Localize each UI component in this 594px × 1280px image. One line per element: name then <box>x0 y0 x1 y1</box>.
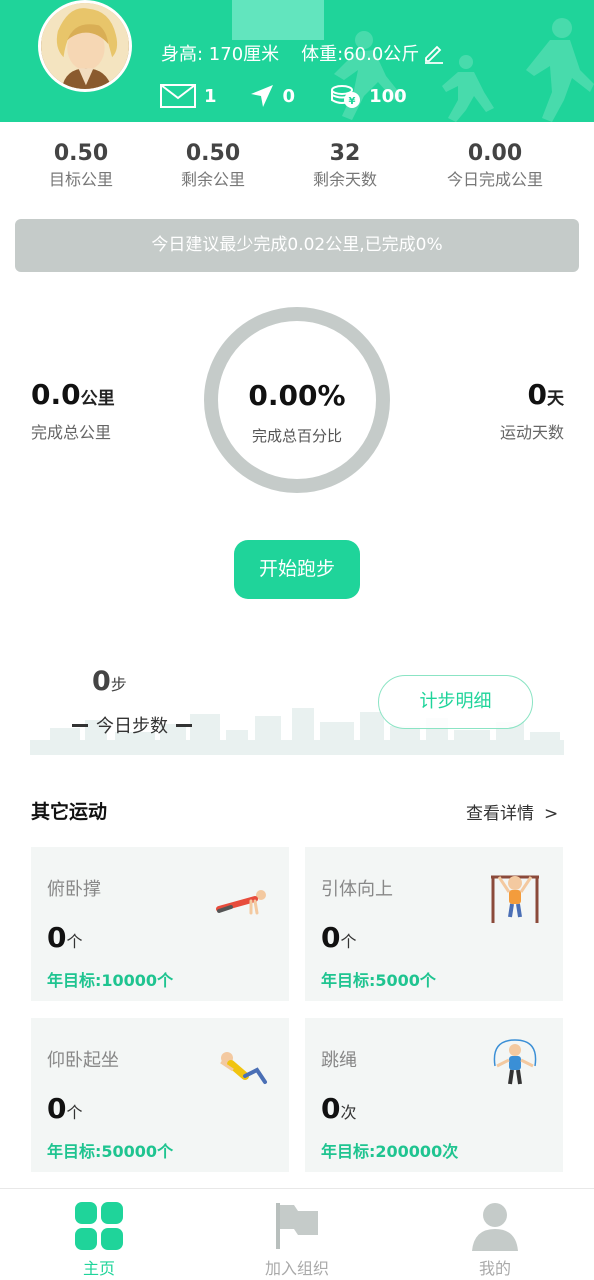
tab-label: 我的 <box>478 1259 511 1278</box>
sport-count-block: 0个 <box>47 921 83 954</box>
location-counter[interactable]: 0 <box>249 83 296 109</box>
exercise-days-block: 0天 运动天数 <box>500 378 564 443</box>
sport-count-block: 0个 <box>321 921 357 954</box>
tab-label: 加入组织 <box>264 1259 329 1278</box>
sport-unit: 次 <box>340 1103 357 1122</box>
edit-pencil-icon[interactable] <box>423 42 445 64</box>
stat-value: 0.50 <box>53 141 109 166</box>
avatar-image <box>41 3 129 89</box>
sport-count-block: 0次 <box>321 1092 357 1125</box>
profile-header: 身高: 170厘米 体重:60.0公斤 1 0 ¥ 100 <box>0 0 594 122</box>
dash-right <box>176 723 192 727</box>
coins-counter[interactable]: ¥ 100 <box>331 82 407 110</box>
tab-mine[interactable]: 我的 <box>435 1189 555 1279</box>
coins-count: 100 <box>369 85 407 107</box>
height-text: 身高: 170厘米 <box>161 44 280 65</box>
situp-icon <box>220 1052 267 1084</box>
sport-count: 0 <box>321 1092 341 1125</box>
other-sports-title: 其它运动 <box>31 801 108 823</box>
sport-name: 引体向上 <box>321 879 393 900</box>
days-value: 0 <box>527 378 547 411</box>
steps-label: 今日步数 <box>96 716 168 737</box>
sport-count: 0 <box>321 921 341 954</box>
progress-ring: 0.00% 完成总百分比 <box>204 307 390 493</box>
pullup-icon <box>491 875 539 923</box>
jumprope-icon <box>493 1039 537 1085</box>
stats-row: 0.50 目标公里 0.50 剩余公里 32 剩余天数 0.00 今日完成公里 <box>0 140 594 196</box>
mail-icon <box>160 84 196 108</box>
messages-count: 1 <box>204 85 217 107</box>
sport-count: 0 <box>47 921 67 954</box>
avatar[interactable] <box>38 0 132 92</box>
flag-icon <box>276 1203 318 1249</box>
header-counters: 1 0 ¥ 100 <box>160 82 407 110</box>
navigation-arrow-icon <box>250 85 273 107</box>
dash-left <box>72 723 88 727</box>
stat-value: 32 <box>329 141 361 166</box>
location-count: 0 <box>282 85 296 107</box>
stat-label: 今日完成公里 <box>446 170 544 189</box>
sport-card-situp[interactable]: 仰卧起坐 0个 年目标:50000个 <box>31 1018 289 1172</box>
sport-card-jumprope[interactable]: 跳绳 0次 年目标:200000次 <box>305 1018 563 1172</box>
daily-suggestion-banner: 今日建议最少完成0.02公里,已完成0% <box>15 219 579 272</box>
tab-home[interactable]: 主页 <box>39 1189 159 1279</box>
sport-goal: 年目标:50000个 <box>47 1142 174 1161</box>
steps-unit: 步 <box>110 675 127 694</box>
bottom-tab-bar: 主页 加入组织 我的 <box>0 1188 594 1280</box>
chevron-right-icon: > <box>544 804 559 824</box>
sport-count: 0 <box>47 1092 67 1125</box>
view-details-link[interactable]: 查看详情 > <box>466 799 558 824</box>
stat-remaining-days: 32 剩余天数 <box>313 140 377 192</box>
tab-join-org[interactable]: 加入组织 <box>237 1189 357 1279</box>
sport-unit: 个 <box>66 932 83 951</box>
stat-value: 0.00 <box>467 141 523 166</box>
stat-today-km: 0.00 今日完成公里 <box>447 140 543 192</box>
stat-target-km: 0.50 目标公里 <box>49 140 113 192</box>
sport-name: 仰卧起坐 <box>47 1050 119 1071</box>
sport-card-pullup[interactable]: 引体向上 0个 年目标:5000个 <box>305 847 563 1001</box>
sport-unit: 个 <box>340 932 357 951</box>
sport-name: 跳绳 <box>321 1050 357 1071</box>
weight-text: 体重:60.0公斤 <box>301 44 420 65</box>
today-steps-label-block: 今日步数 <box>64 712 200 738</box>
total-km-value: 0.0 <box>31 378 81 411</box>
sport-goal: 年目标:10000个 <box>47 971 174 990</box>
sport-count-block: 0个 <box>47 1092 83 1125</box>
sport-goal: 年目标:200000次 <box>321 1142 459 1161</box>
stat-label: 剩余公里 <box>180 170 246 189</box>
sport-card-pushup[interactable]: 俯卧撑 0个 年目标:10000个 <box>31 847 289 1001</box>
svg-text:¥: ¥ <box>349 96 356 107</box>
stat-remaining-km: 0.50 剩余公里 <box>181 140 245 192</box>
progress-percent-label: 完成总百分比 <box>251 427 342 445</box>
days-label: 运动天数 <box>499 423 564 442</box>
stat-label: 目标公里 <box>48 170 114 189</box>
messages-counter[interactable]: 1 <box>160 84 217 108</box>
stat-value: 0.50 <box>185 141 241 166</box>
step-detail-button[interactable]: 计步明细 <box>378 675 533 729</box>
person-icon <box>472 1203 518 1251</box>
home-grid-icon <box>75 1202 123 1250</box>
days-unit: 天 <box>547 389 564 409</box>
coins-icon: ¥ <box>331 85 361 108</box>
start-running-button[interactable]: 开始跑步 <box>234 540 360 599</box>
progress-percent: 0.00% <box>248 379 346 412</box>
sport-goal: 年目标:5000个 <box>321 971 436 990</box>
body-info: 身高: 170厘米 体重:60.0公斤 <box>161 40 445 66</box>
sport-unit: 个 <box>66 1103 83 1122</box>
steps-value: 0 <box>92 666 111 697</box>
today-steps-value-block: 0步 <box>92 666 127 697</box>
total-km-label: 完成总公里 <box>31 423 112 442</box>
stat-label: 剩余天数 <box>312 170 378 189</box>
view-details-label: 查看详情 <box>466 804 534 824</box>
sport-name: 俯卧撑 <box>47 879 101 900</box>
total-km-block: 0.0公里 完成总公里 <box>31 378 115 443</box>
pushup-icon <box>216 890 266 915</box>
total-km-unit: 公里 <box>80 389 115 409</box>
tab-label: 主页 <box>82 1259 115 1278</box>
